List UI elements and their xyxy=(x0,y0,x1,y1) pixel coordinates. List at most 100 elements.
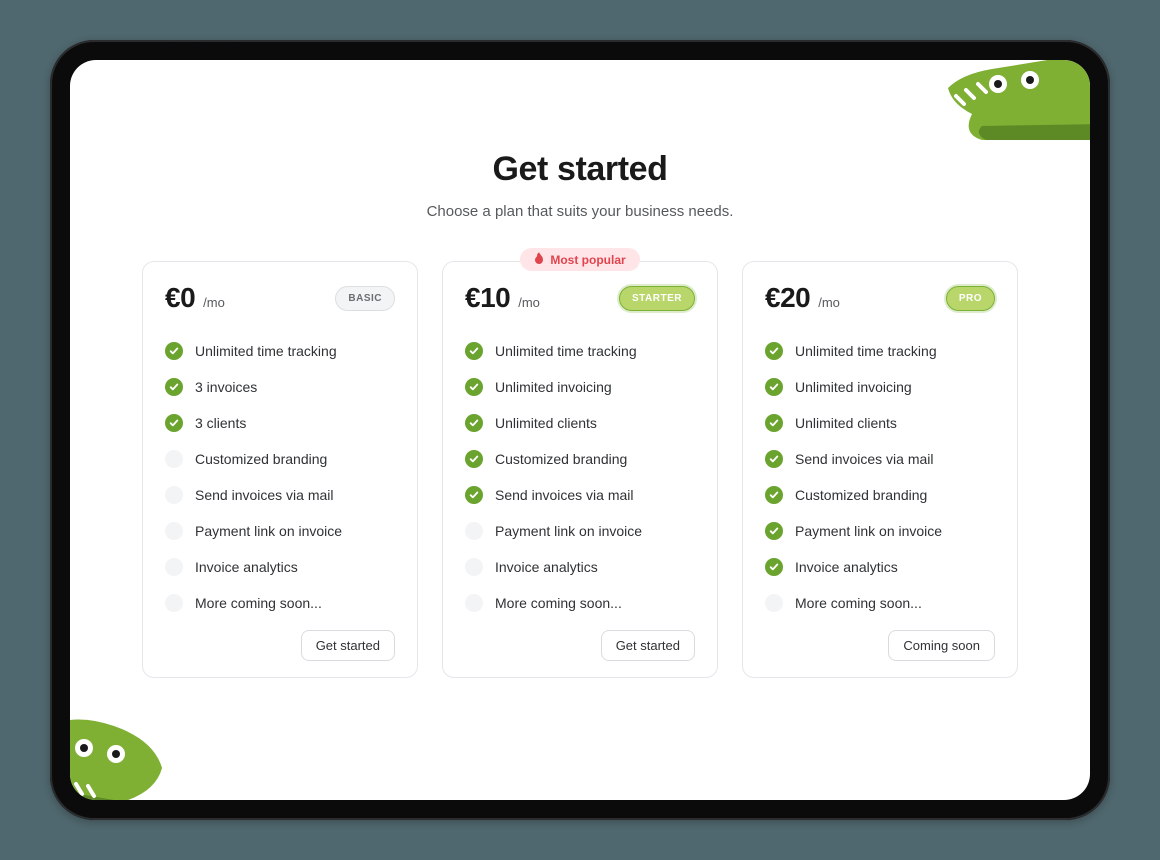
feature-label: Unlimited clients xyxy=(495,415,597,431)
plan-footer: Get started xyxy=(465,630,695,661)
check-icon xyxy=(465,378,483,396)
check-icon xyxy=(765,342,783,360)
plan-header: €10/mo STARTER xyxy=(465,282,695,314)
feature-label: Unlimited time tracking xyxy=(195,343,337,359)
unavailable-icon xyxy=(465,558,483,576)
feature-label: Unlimited time tracking xyxy=(795,343,937,359)
feature-label: Payment link on invoice xyxy=(795,523,942,539)
feature-item: Send invoices via mail xyxy=(165,486,395,504)
feature-item: Invoice analytics xyxy=(465,558,695,576)
plan-header: €0/mo BASIC xyxy=(165,282,395,314)
most-popular-label: Most popular xyxy=(550,253,625,267)
plan-card-starter: €10/moSTARTERUnlimited time trackingUnli… xyxy=(442,261,718,678)
tier-badge-pro: PRO xyxy=(946,286,995,311)
check-icon xyxy=(465,450,483,468)
unavailable-icon xyxy=(765,594,783,612)
plan-cta-button[interactable]: Get started xyxy=(601,630,695,661)
fire-icon xyxy=(534,252,544,267)
check-icon xyxy=(765,558,783,576)
page-title: Get started xyxy=(142,150,1018,189)
feature-label: Send invoices via mail xyxy=(795,451,934,467)
price-amount: €0 xyxy=(165,282,195,314)
plan-cta-button[interactable]: Coming soon xyxy=(888,630,995,661)
feature-item: Unlimited clients xyxy=(465,414,695,432)
feature-item: 3 invoices xyxy=(165,378,395,396)
tier-badge-starter: STARTER xyxy=(619,286,695,311)
feature-label: Payment link on invoice xyxy=(495,523,642,539)
check-icon xyxy=(765,450,783,468)
feature-label: Invoice analytics xyxy=(795,559,898,575)
plan-price: €0/mo xyxy=(165,282,225,314)
feature-item: Unlimited time tracking xyxy=(465,342,695,360)
screen: Get started Choose a plan that suits you… xyxy=(70,60,1090,800)
plan-price: €10/mo xyxy=(465,282,540,314)
feature-item: 3 clients xyxy=(165,414,395,432)
feature-item: Payment link on invoice xyxy=(165,522,395,540)
plan-card-basic: €0/mo BASIC Unlimited time tracking 3 invoi… xyxy=(142,261,418,678)
feature-label: Unlimited invoicing xyxy=(795,379,912,395)
feature-label: Invoice analytics xyxy=(495,559,598,575)
check-icon xyxy=(165,414,183,432)
feature-list: Unlimited time tracking 3 invoices 3 clien… xyxy=(165,342,395,612)
tablet-top-buttons xyxy=(170,36,242,54)
unavailable-icon xyxy=(465,522,483,540)
price-period: /mo xyxy=(818,295,840,310)
check-icon xyxy=(765,378,783,396)
unavailable-icon xyxy=(465,594,483,612)
plan-footer: Coming soon xyxy=(765,630,995,661)
check-icon xyxy=(165,378,183,396)
check-icon xyxy=(465,414,483,432)
feature-item: Unlimited time tracking xyxy=(165,342,395,360)
feature-label: Unlimited time tracking xyxy=(495,343,637,359)
price-period: /mo xyxy=(518,295,540,310)
check-icon xyxy=(165,342,183,360)
most-popular-badge: Most popular xyxy=(520,248,639,271)
feature-list: Unlimited time tracking Unlimited invoici… xyxy=(765,342,995,612)
unavailable-icon xyxy=(165,594,183,612)
feature-item: Invoice analytics xyxy=(165,558,395,576)
price-period: /mo xyxy=(203,295,225,310)
feature-list: Unlimited time tracking Unlimited invoici… xyxy=(465,342,695,612)
check-icon xyxy=(765,522,783,540)
plan-cta-button[interactable]: Get started xyxy=(301,630,395,661)
check-icon xyxy=(465,486,483,504)
feature-label: Unlimited clients xyxy=(795,415,897,431)
plan-price: €20/mo xyxy=(765,282,840,314)
feature-item: More coming soon... xyxy=(765,594,995,612)
feature-item: Customized branding xyxy=(465,450,695,468)
plan-header: €20/mo PRO xyxy=(765,282,995,314)
feature-label: 3 invoices xyxy=(195,379,257,395)
feature-item: Invoice analytics xyxy=(765,558,995,576)
feature-item: Unlimited invoicing xyxy=(765,378,995,396)
feature-item: Unlimited invoicing xyxy=(465,378,695,396)
plan-card-pro: €20/moPROUnlimited time trackingUnlimite… xyxy=(742,261,1018,678)
plan-footer: Get started xyxy=(165,630,395,661)
feature-label: More coming soon... xyxy=(495,595,622,611)
unavailable-icon xyxy=(165,558,183,576)
feature-label: Unlimited invoicing xyxy=(495,379,612,395)
feature-item: Payment link on invoice xyxy=(465,522,695,540)
unavailable-icon xyxy=(165,450,183,468)
feature-label: Customized branding xyxy=(795,487,927,503)
feature-item: Customized branding xyxy=(165,450,395,468)
feature-item: Unlimited time tracking xyxy=(765,342,995,360)
feature-item: More coming soon... xyxy=(165,594,395,612)
feature-label: Send invoices via mail xyxy=(195,487,334,503)
feature-label: Payment link on invoice xyxy=(195,523,342,539)
feature-label: Customized branding xyxy=(195,451,327,467)
feature-item: Send invoices via mail xyxy=(465,486,695,504)
price-amount: €10 xyxy=(465,282,510,314)
feature-item: More coming soon... xyxy=(465,594,695,612)
feature-label: 3 clients xyxy=(195,415,246,431)
unavailable-icon xyxy=(165,522,183,540)
pricing-plans: €0/mo BASIC Unlimited time tracking 3 invoi… xyxy=(142,261,1018,678)
tablet-frame: Get started Choose a plan that suits you… xyxy=(50,40,1110,820)
feature-item: Unlimited clients xyxy=(765,414,995,432)
feature-label: More coming soon... xyxy=(195,595,322,611)
unavailable-icon xyxy=(165,486,183,504)
feature-item: Customized branding xyxy=(765,486,995,504)
feature-label: Customized branding xyxy=(495,451,627,467)
tier-badge-basic: BASIC xyxy=(335,286,395,311)
feature-label: More coming soon... xyxy=(795,595,922,611)
price-amount: €20 xyxy=(765,282,810,314)
